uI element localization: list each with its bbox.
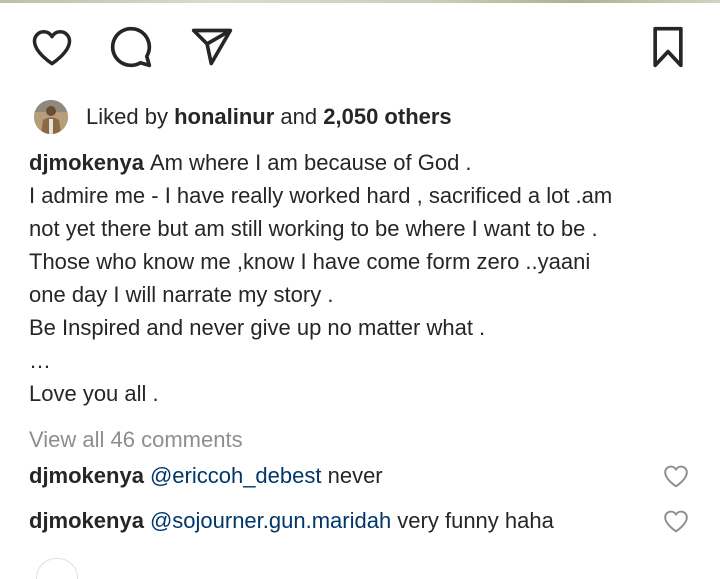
caption-line: not yet there but am still working to be… bbox=[29, 216, 598, 241]
caption-line: djmokenya Am where I am because of God . bbox=[29, 146, 699, 179]
caption-line: … bbox=[29, 348, 51, 373]
caption-line: Love you all . bbox=[29, 381, 159, 406]
caption-line: Be Inspired and never give up no matter … bbox=[29, 315, 486, 340]
comment-username[interactable]: djmokenya bbox=[29, 508, 144, 533]
heart-icon bbox=[32, 30, 72, 66]
comment-button[interactable] bbox=[108, 24, 154, 70]
comment-text: very funny haha bbox=[391, 508, 554, 533]
liker-username[interactable]: honalinur bbox=[174, 104, 274, 129]
comment-like-heart-icon[interactable] bbox=[663, 463, 689, 489]
comment-bubble-icon bbox=[110, 26, 152, 68]
likes-text: Liked by honalinur and 2,050 others bbox=[86, 104, 452, 130]
avatar-photo bbox=[34, 100, 68, 134]
caption-line: Those who know me ,know I have come form… bbox=[29, 249, 591, 274]
next-post-avatar-edge bbox=[36, 558, 78, 579]
likes-count-link[interactable]: 2,050 others bbox=[323, 104, 451, 129]
comment-row: djmokenya @sojourner.gun.maridah very fun… bbox=[29, 504, 694, 537]
liker-avatar[interactable] bbox=[34, 100, 68, 134]
post-action-bar bbox=[0, 24, 720, 70]
likes-summary: Liked by honalinur and 2,050 others bbox=[34, 98, 452, 136]
like-button[interactable] bbox=[29, 24, 75, 70]
save-button[interactable] bbox=[645, 24, 691, 70]
caption-username[interactable]: djmokenya bbox=[29, 150, 144, 175]
caption-line: I admire me - I have really worked hard … bbox=[29, 183, 613, 208]
bookmark-icon bbox=[653, 26, 683, 68]
image-bottom-edge bbox=[0, 0, 720, 3]
comment-mention[interactable]: @ericcoh_debest bbox=[150, 463, 322, 488]
comment-like-heart-icon[interactable] bbox=[663, 508, 689, 534]
likes-and: and bbox=[280, 104, 318, 129]
likes-prefix: Liked by bbox=[86, 104, 168, 129]
view-all-comments-link[interactable]: View all 46 comments bbox=[29, 423, 243, 456]
caption-text: Am where I am because of God . bbox=[149, 150, 472, 175]
caption-line: one day I will narrate my story . bbox=[29, 282, 334, 307]
paper-plane-icon bbox=[191, 28, 233, 66]
post-caption: djmokenya Am where I am because of God . … bbox=[29, 146, 699, 410]
comment-mention[interactable]: @sojourner.gun.maridah bbox=[150, 508, 391, 533]
comment-text: never bbox=[321, 463, 383, 488]
share-button[interactable] bbox=[189, 24, 235, 70]
comment-username[interactable]: djmokenya bbox=[29, 463, 144, 488]
comment-row: djmokenya @ericcoh_debest never bbox=[29, 459, 694, 492]
